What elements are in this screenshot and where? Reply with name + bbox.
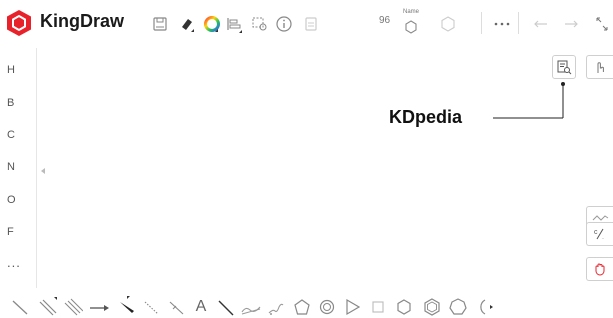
hash-bond-icon[interactable] — [141, 296, 163, 318]
more-rings-icon[interactable] — [472, 296, 494, 318]
hand-pointer-icon — [597, 62, 604, 73]
line-icon[interactable] — [215, 296, 237, 318]
redo-icon[interactable] — [560, 13, 582, 35]
triple-bond-icon[interactable] — [62, 296, 84, 318]
align-icon[interactable] — [223, 13, 245, 35]
kdpedia-callout-line — [493, 82, 565, 119]
color-wheel-icon[interactable] — [201, 13, 223, 35]
zoom-value[interactable]: 96 — [379, 15, 390, 26]
text-tool-icon[interactable]: A — [190, 296, 212, 318]
pan-hand-button[interactable] — [586, 257, 613, 281]
ring-icon[interactable] — [316, 296, 338, 318]
triangle-icon[interactable] — [341, 296, 363, 318]
undo-icon[interactable] — [530, 13, 552, 35]
kdpedia-icon — [557, 60, 572, 75]
gesture-button[interactable] — [586, 55, 613, 79]
pentagon-icon[interactable] — [291, 296, 313, 318]
toolbar-divider — [518, 12, 519, 34]
top-toolbar: KingDraw 96 Name — [0, 0, 613, 44]
select-icon[interactable] — [249, 13, 271, 35]
bold-hash-icon[interactable] — [166, 296, 188, 318]
kingdraw-logo-icon — [7, 10, 31, 36]
name-label: Name — [403, 9, 420, 15]
save-icon[interactable] — [149, 13, 171, 35]
page-icon[interactable] — [300, 13, 322, 35]
arrow-icon[interactable] — [88, 296, 110, 318]
wave-icon[interactable] — [240, 296, 262, 318]
square-icon[interactable] — [367, 296, 389, 318]
chain-icon[interactable] — [265, 296, 287, 318]
hand-icon — [595, 263, 605, 276]
single-bond-icon[interactable] — [9, 296, 31, 318]
double-bond-icon[interactable] — [36, 296, 58, 318]
name-structure-icon[interactable] — [400, 16, 422, 38]
fullscreen-icon[interactable] — [592, 13, 612, 35]
svg-text:·: · — [602, 236, 604, 242]
fraction-icon: c· — [594, 228, 604, 242]
info-icon[interactable] — [273, 13, 295, 35]
sidebar-collapse-toggle[interactable] — [38, 157, 48, 185]
eraser-icon[interactable] — [176, 13, 198, 35]
toolbar-divider — [481, 12, 482, 34]
kdpedia-button[interactable] — [552, 55, 576, 79]
wedge-bond-icon[interactable] — [116, 296, 138, 318]
benzene-icon[interactable] — [421, 296, 443, 318]
more-icon[interactable] — [491, 13, 513, 35]
svg-text:c: c — [594, 229, 598, 236]
copy-icon[interactable] — [437, 13, 459, 35]
kdpedia-label: KDpedia — [389, 107, 463, 127]
hexagon-icon[interactable] — [393, 296, 415, 318]
element-sidebar: H B C N O F ... — [0, 48, 37, 288]
heptagon-icon[interactable] — [447, 296, 469, 318]
app-name: KingDraw — [40, 11, 125, 31]
charge-button[interactable]: c · — [586, 222, 613, 246]
